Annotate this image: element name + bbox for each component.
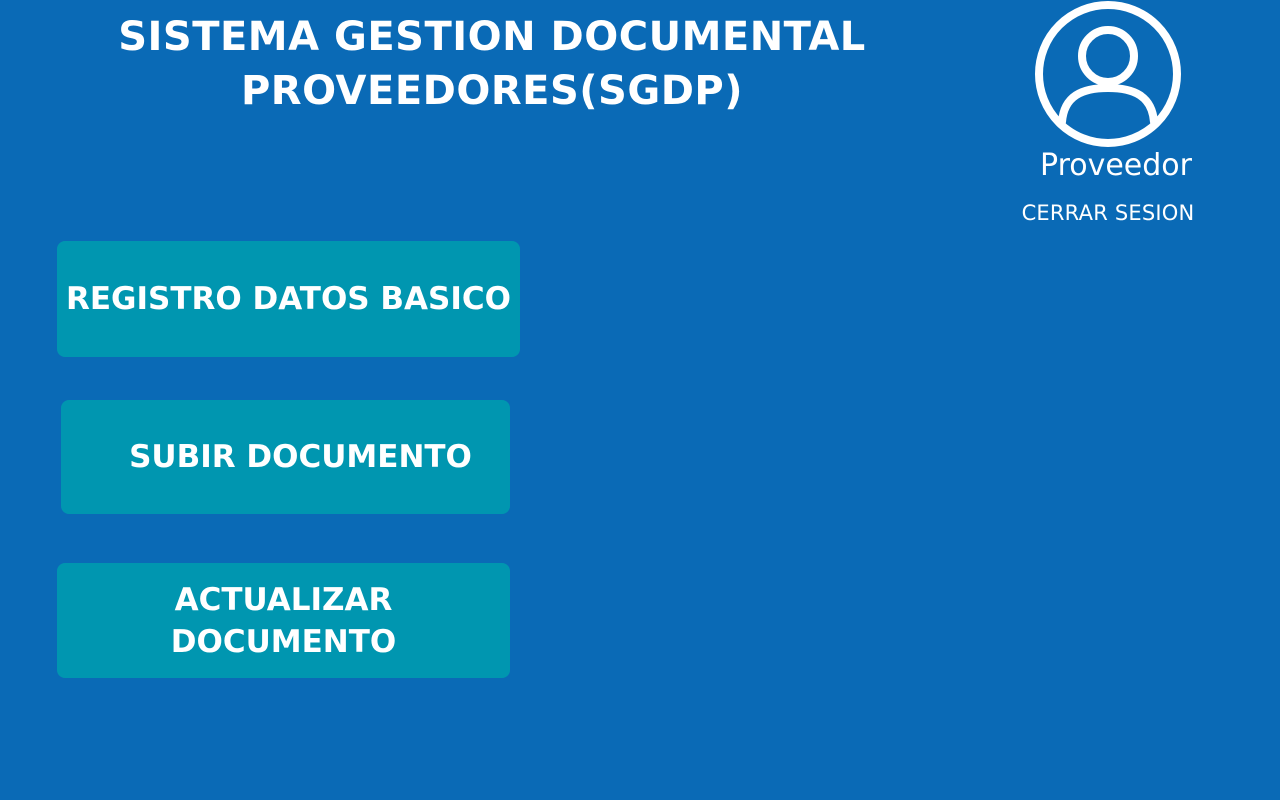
registro-datos-basico-label: REGISTRO DATOS BASICO: [65, 281, 512, 317]
subir-documento-button[interactable]: SUBIR DOCUMENTO: [61, 400, 510, 514]
actualizar-documento-button[interactable]: ACTUALIZAR DOCUMENTO: [57, 563, 510, 678]
page-title-line-1: SISTEMA GESTION DOCUMENTAL: [118, 14, 866, 60]
user-role-label: Proveedor: [1040, 148, 1192, 183]
page-title-line-2: PROVEEDORES(SGDP): [240, 68, 743, 114]
user-panel: Proveedor CERRAR SESION: [998, 0, 1218, 240]
user-circle-icon[interactable]: [1034, 0, 1182, 148]
page-title: SISTEMA GESTION DOCUMENTAL PROVEEDORES(S…: [92, 10, 892, 118]
subir-documento-label: SUBIR DOCUMENTO: [129, 439, 472, 475]
actualizar-documento-label: ACTUALIZAR DOCUMENTO: [170, 581, 397, 660]
logout-link[interactable]: CERRAR SESION: [998, 198, 1218, 228]
registro-datos-basico-button[interactable]: REGISTRO DATOS BASICO: [57, 241, 520, 357]
